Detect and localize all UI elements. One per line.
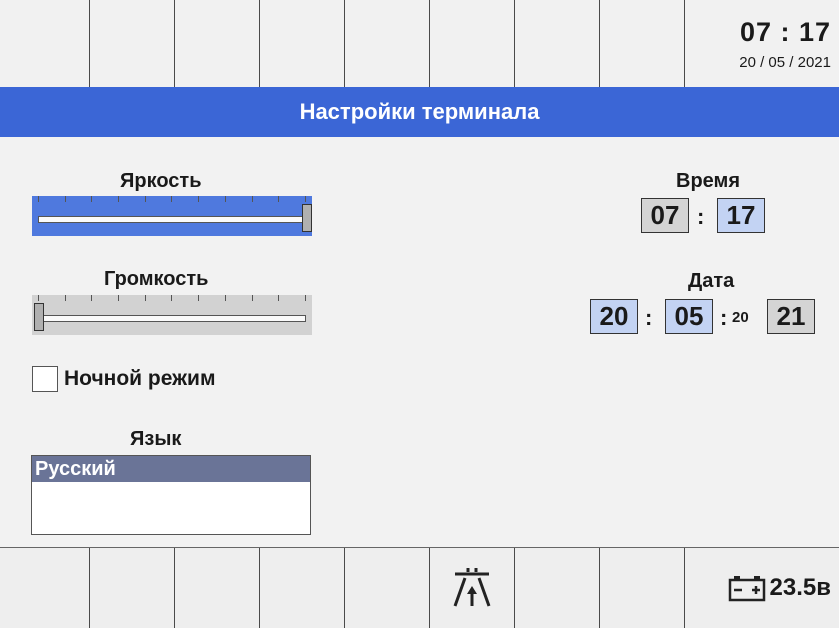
top-softkey-4[interactable] [260, 0, 345, 87]
top-softkey-8[interactable] [600, 0, 685, 87]
date-separator-1: : [645, 305, 653, 330]
bottom-softkey-1[interactable] [0, 548, 90, 628]
top-softkey-2[interactable] [90, 0, 175, 87]
page-title: Настройки терминала [0, 87, 839, 137]
road-lane-icon [453, 568, 491, 607]
brightness-label: Яркость [120, 170, 202, 192]
top-softkey-1[interactable] [0, 0, 90, 87]
bottom-softkey-6[interactable] [430, 548, 515, 628]
volume-track [38, 315, 306, 322]
time-separator: : [697, 204, 705, 229]
battery-voltage: 23.5в [769, 574, 831, 601]
volume-thumb[interactable] [34, 303, 44, 331]
top-softkey-5[interactable] [345, 0, 430, 87]
volume-label: Громкость [104, 268, 209, 290]
month-field[interactable]: 05 [665, 299, 713, 334]
language-option-selected[interactable]: Русский [32, 456, 310, 482]
top-softkey-7[interactable] [515, 0, 600, 87]
brightness-track [38, 216, 306, 223]
clock-date: 20 / 05 / 2021 [739, 53, 831, 71]
bottom-softkey-bar: 23.5в [0, 547, 839, 628]
brightness-slider[interactable] [32, 196, 312, 236]
year-prefix: 20 [732, 309, 749, 326]
night-mode-checkbox[interactable] [32, 366, 58, 392]
top-softkey-6[interactable] [430, 0, 515, 87]
date-label: Дата [688, 270, 735, 292]
top-softkey-3[interactable] [175, 0, 260, 87]
clock-display: 07 : 17 20 / 05 / 2021 [685, 0, 839, 87]
minutes-field[interactable]: 17 [717, 198, 765, 233]
language-label: Язык [130, 428, 182, 450]
language-list[interactable]: Русский [31, 455, 311, 535]
volume-slider[interactable] [32, 295, 312, 335]
clock-time: 07 : 17 [739, 16, 831, 47]
top-softkey-bar: 07 : 17 20 / 05 / 2021 [0, 0, 839, 87]
bottom-softkey-5[interactable] [345, 548, 430, 628]
time-label: Время [676, 170, 740, 192]
day-field[interactable]: 20 [590, 299, 638, 334]
night-mode-label: Ночной режим [64, 367, 216, 390]
bottom-softkey-4[interactable] [260, 548, 345, 628]
bottom-softkey-8[interactable] [600, 548, 685, 628]
battery-icon [728, 576, 765, 602]
volume-ticks [38, 295, 306, 301]
terminal-screen: 07 : 17 20 / 05 / 2021 Настройки термина… [0, 0, 839, 628]
bottom-softkey-2[interactable] [90, 548, 175, 628]
battery-indicator: 23.5в [685, 548, 839, 628]
brightness-thumb[interactable] [302, 204, 312, 232]
date-separator-2: : [720, 305, 728, 330]
hours-field[interactable]: 07 [641, 198, 689, 233]
brightness-ticks [38, 196, 306, 202]
bottom-softkey-3[interactable] [175, 548, 260, 628]
bottom-softkey-7[interactable] [515, 548, 600, 628]
year-field[interactable]: 21 [767, 299, 815, 334]
